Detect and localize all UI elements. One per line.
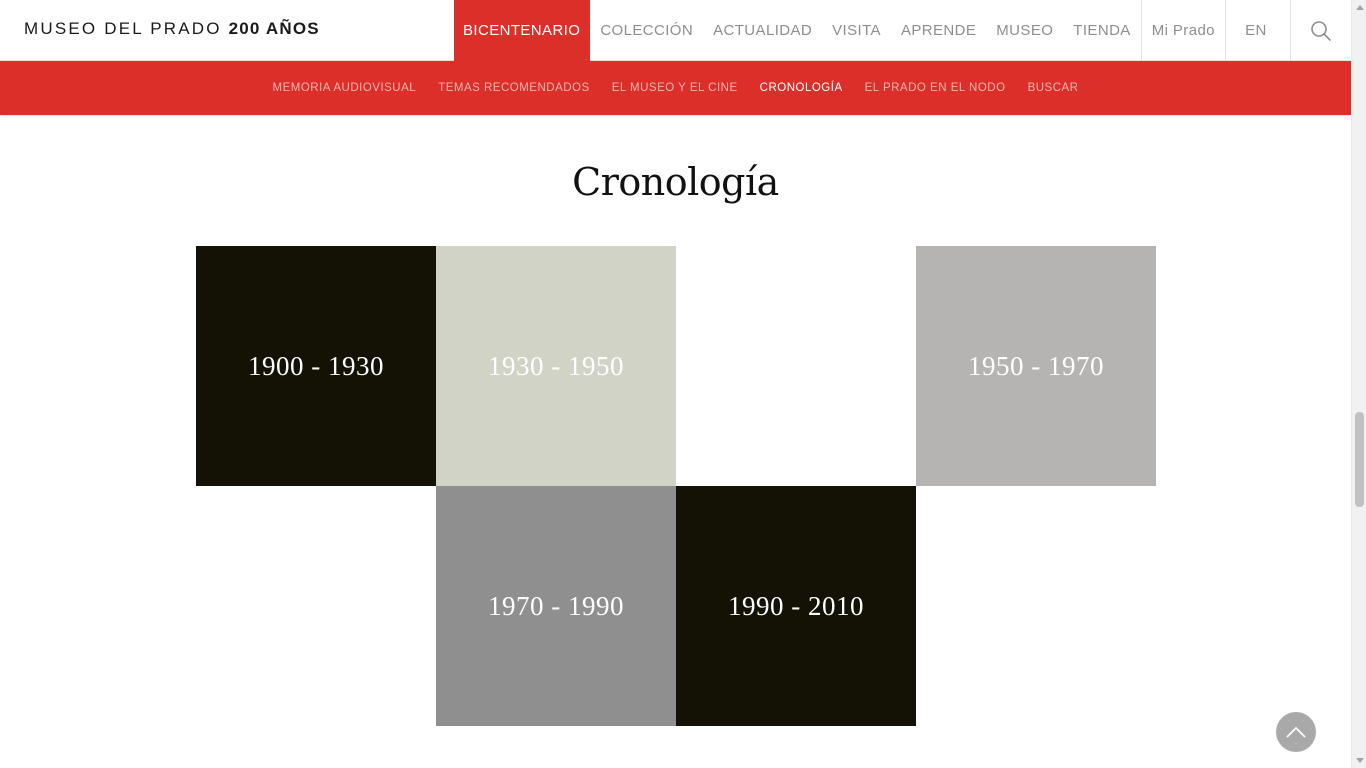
scroll-up-arrow-icon[interactable] <box>1356 5 1364 10</box>
nav-item-aprende[interactable]: APRENDE <box>891 0 986 61</box>
scroll-down-arrow-icon[interactable] <box>1356 758 1364 763</box>
period-tile-1950-1970[interactable]: 1950 - 1970 <box>916 246 1156 486</box>
nav-item-actualidad[interactable]: ACTUALIDAD <box>703 0 822 61</box>
sub-nav: MEMORIA AUDIOVISUAL TEMAS RECOMENDADOS E… <box>0 61 1351 115</box>
period-tile-1970-1990[interactable]: 1970 - 1990 <box>436 486 676 726</box>
scrollbar-thumb[interactable] <box>1355 412 1364 507</box>
period-label: 1930 - 1950 <box>488 350 624 381</box>
period-label: 1990 - 2010 <box>728 590 864 621</box>
back-to-top-button[interactable] <box>1276 712 1316 752</box>
nav-item-tienda[interactable]: TIENDA <box>1063 0 1140 61</box>
subnav-el-prado-en-el-nodo[interactable]: EL PRADO EN EL NODO <box>865 82 1006 94</box>
subnav-memoria-audiovisual[interactable]: MEMORIA AUDIOVISUAL <box>272 82 416 94</box>
period-label: 1950 - 1970 <box>968 350 1104 381</box>
period-label: 1900 - 1930 <box>248 350 384 381</box>
search-icon <box>1311 20 1331 41</box>
nav-item-coleccion[interactable]: COLECCIÓN <box>590 0 703 61</box>
language-switch[interactable]: EN <box>1224 0 1286 61</box>
nav-item-visita[interactable]: VISITA <box>822 0 891 61</box>
subnav-cronologia[interactable]: CRONOLOGÍA <box>760 82 843 94</box>
period-tile-1930-1950[interactable]: 1930 - 1950 <box>436 246 676 486</box>
period-tile-1900-1930[interactable]: 1900 - 1930 <box>196 246 436 486</box>
nav-item-bicentenario[interactable]: BICENTENARIO <box>454 0 591 61</box>
subnav-buscar[interactable]: BUSCAR <box>1028 82 1079 94</box>
main-nav: BICENTENARIO COLECCIÓN ACTUALIDAD VISITA… <box>454 0 1286 61</box>
period-label: 1970 - 1990 <box>488 590 624 621</box>
subnav-temas-recomendados[interactable]: TEMAS RECOMENDADOS <box>438 82 590 94</box>
logo-bold-text: 200 AÑOS <box>228 19 320 38</box>
period-tile-1990-2010[interactable]: 1990 - 2010 <box>676 486 916 726</box>
nav-item-museo[interactable]: MUSEO <box>986 0 1063 61</box>
search-button[interactable] <box>1290 0 1351 61</box>
subnav-el-museo-y-el-cine[interactable]: EL MUSEO Y EL CINE <box>612 82 738 94</box>
nav-item-mi-prado[interactable]: Mi Prado <box>1140 0 1225 61</box>
chevron-up-icon <box>1286 726 1306 738</box>
logo-text: MUSEO DEL PRADO <box>24 19 222 38</box>
site-logo[interactable]: MUSEO DEL PRADO 200 AÑOS <box>24 19 320 39</box>
page-title: Cronología <box>572 160 779 204</box>
page-scrollbar[interactable] <box>1351 0 1366 768</box>
top-header: MUSEO DEL PRADO 200 AÑOS BICENTENARIO CO… <box>0 0 1351 61</box>
